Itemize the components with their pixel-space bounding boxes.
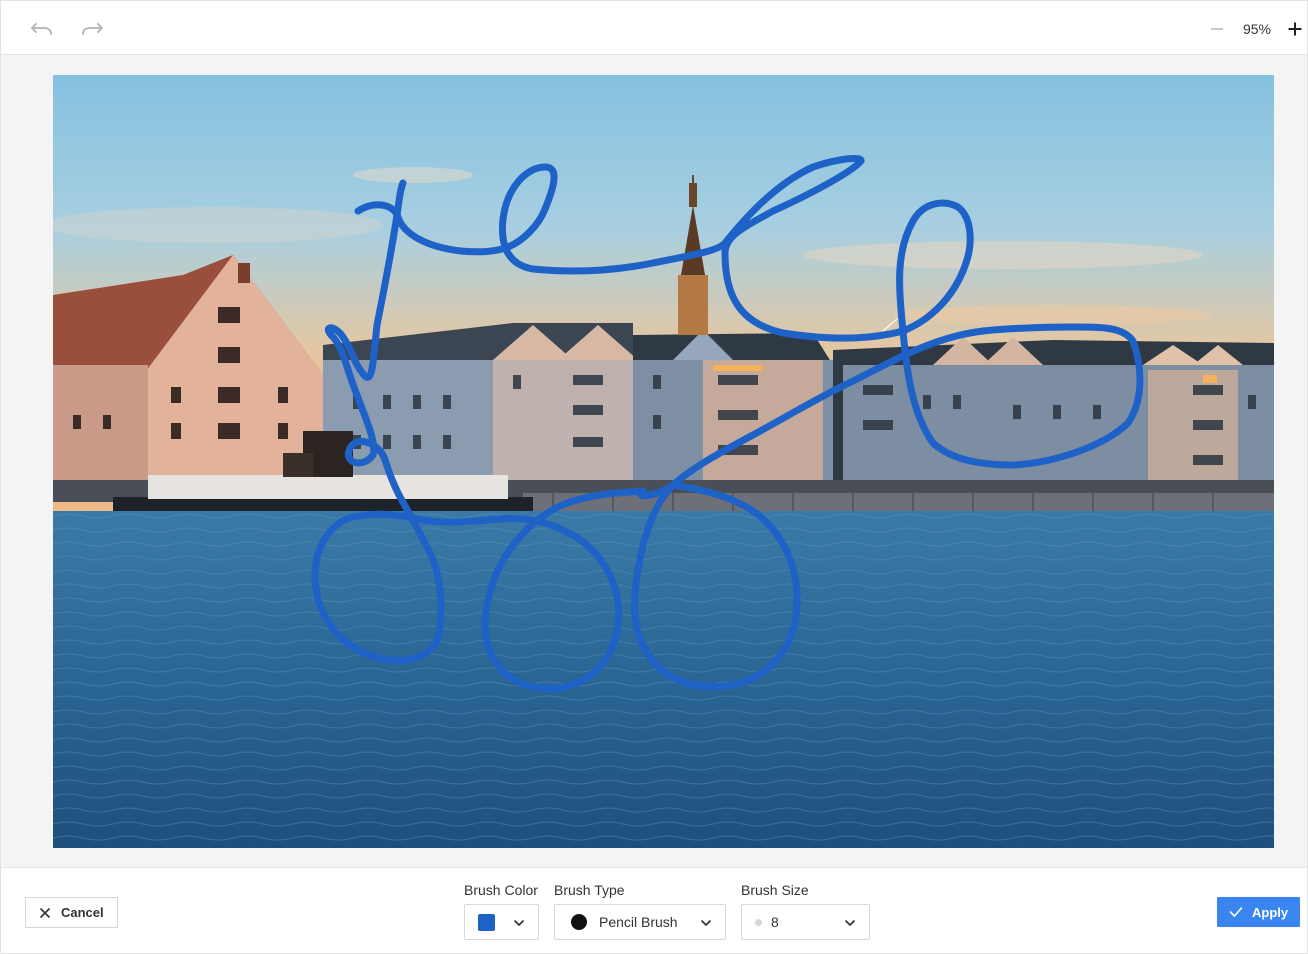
undo-button[interactable] [27, 15, 57, 43]
brush-color-label: Brush Color [464, 882, 538, 898]
brush-size-dot-icon [755, 918, 762, 926]
drawing-canvas[interactable] [53, 75, 1274, 848]
undo-icon [31, 23, 52, 35]
cancel-label: Cancel [61, 905, 104, 920]
cancel-button[interactable]: Cancel [25, 897, 118, 928]
check-icon [1229, 907, 1243, 917]
brush-size-select[interactable]: 8 [741, 904, 870, 940]
apply-button[interactable]: Apply [1217, 897, 1300, 927]
minus-icon [1211, 28, 1223, 30]
brush-color-select[interactable] [464, 904, 539, 940]
bottom-toolbar: Cancel Brush Color Brush Type Pencil Bru… [1, 867, 1307, 953]
brush-color-swatch [478, 913, 495, 931]
redo-button[interactable] [77, 15, 107, 43]
zoom-level: 95% [1242, 21, 1272, 37]
zoom-out-button[interactable] [1205, 15, 1229, 43]
redo-icon [82, 23, 103, 35]
apply-label: Apply [1252, 904, 1289, 920]
brush-type-select[interactable]: Pencil Brush [554, 904, 726, 940]
top-toolbar: 95% [1, 1, 1307, 55]
image-editor: 95% Cancel Brush Color Brush Type Pencil… [0, 0, 1308, 954]
chevron-down-icon [701, 920, 711, 926]
canvas-image [53, 75, 1274, 848]
chevron-down-icon [845, 920, 855, 926]
chevron-down-icon [514, 920, 524, 926]
brush-size-label: Brush Size [741, 882, 809, 898]
zoom-in-button[interactable] [1282, 15, 1308, 43]
plus-icon [1288, 22, 1302, 36]
pencil-brush-icon [571, 914, 587, 930]
brush-type-value: Pencil Brush [599, 914, 678, 930]
brush-type-label: Brush Type [554, 882, 625, 898]
close-icon [39, 907, 51, 918]
brush-size-value: 8 [771, 914, 779, 930]
